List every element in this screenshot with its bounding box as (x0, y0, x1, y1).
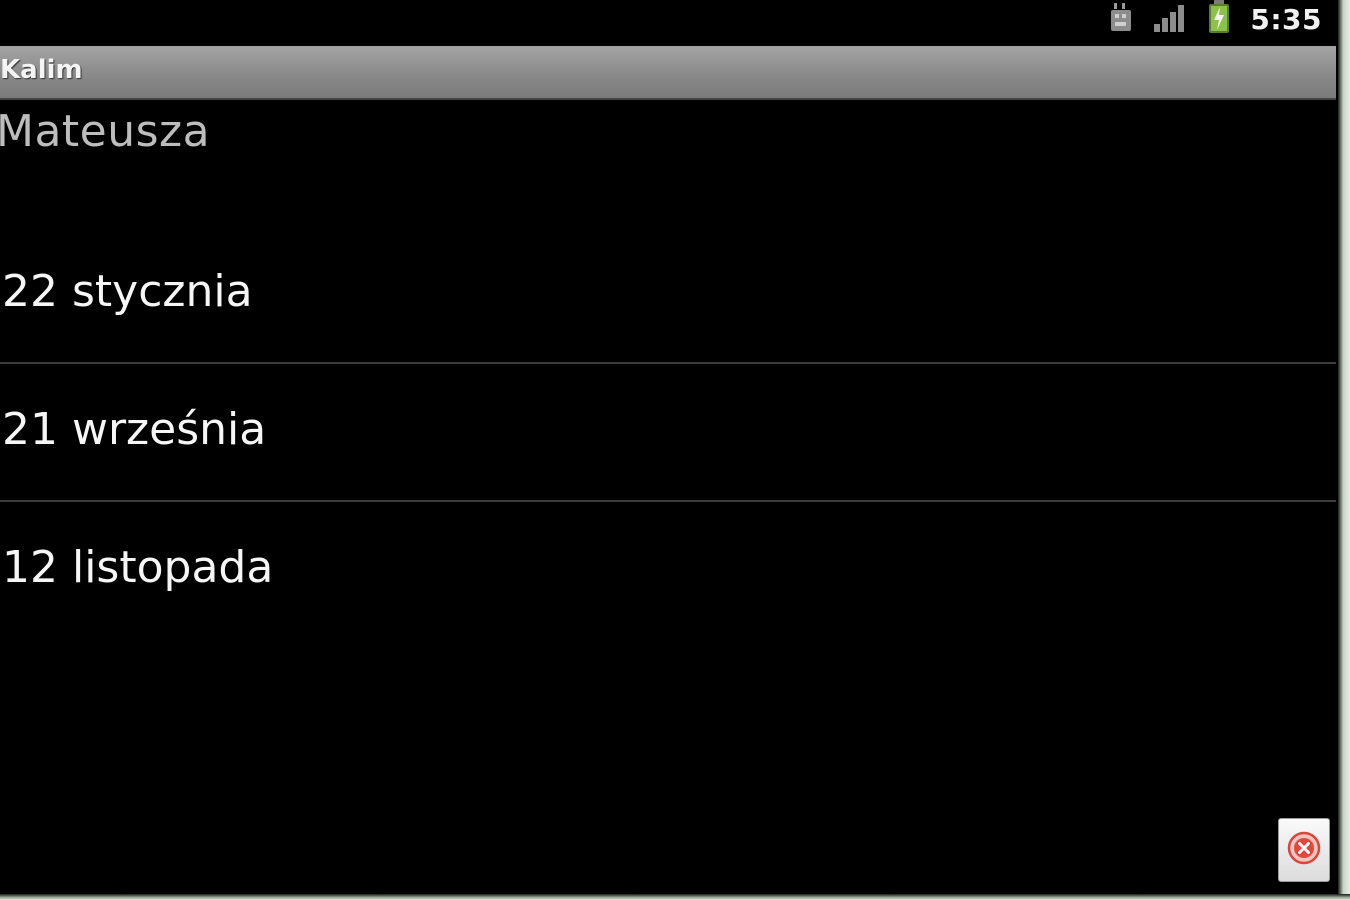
list-item[interactable]: 21 września (0, 364, 1336, 502)
signal-icon (1152, 2, 1188, 36)
list-item-label: 12 listopada (2, 542, 274, 593)
app-screen: 5:35 Kalim Mateusza 22 stycznia 21 wrześ… (0, 0, 1350, 900)
battery-charging-icon (1206, 0, 1232, 38)
date-list: 22 stycznia 21 września 12 listopada (0, 226, 1336, 638)
usb-debugging-icon (1108, 1, 1134, 37)
status-time: 5:35 (1250, 2, 1322, 36)
list-item-label: 21 września (2, 404, 267, 455)
list-header: Mateusza (0, 106, 211, 157)
status-bar: 5:35 (0, 0, 1338, 44)
list-item[interactable]: 12 listopada (0, 502, 1336, 638)
close-button[interactable] (1278, 818, 1330, 882)
status-icons: 5:35 (1108, 0, 1322, 38)
list-item-label: 22 stycznia (2, 266, 253, 317)
close-icon (1287, 831, 1321, 869)
screen-bottom-edge (0, 894, 1350, 900)
app-title: Kalim (0, 55, 83, 85)
screen-edge (1338, 0, 1350, 900)
list-item[interactable]: 22 stycznia (0, 226, 1336, 364)
title-bar: Kalim (0, 46, 1336, 98)
